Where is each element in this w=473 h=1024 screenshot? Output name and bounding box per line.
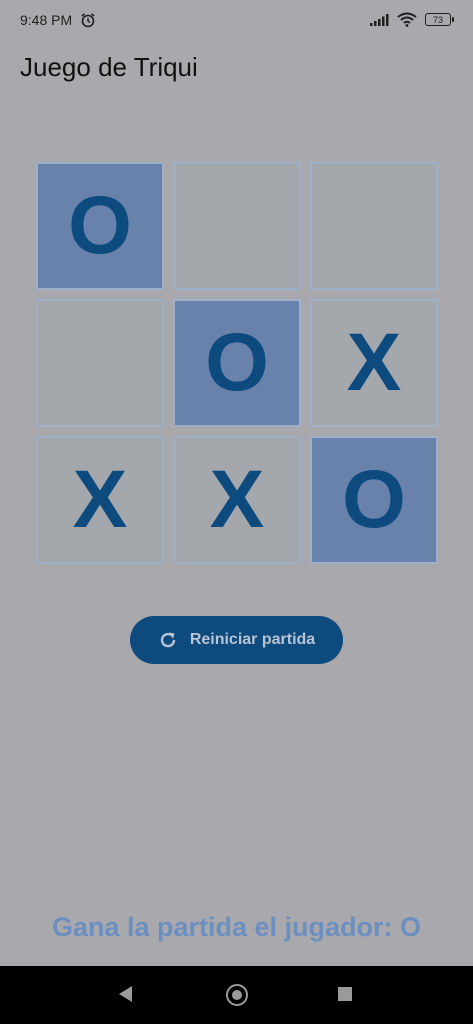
tic-tac-toe-board: O O X X X O xyxy=(36,162,438,564)
alarm-icon xyxy=(81,13,95,28)
board-cell[interactable]: X xyxy=(310,299,438,427)
home-icon[interactable] xyxy=(226,984,248,1006)
board-cell[interactable] xyxy=(36,299,164,427)
refresh-icon xyxy=(160,632,176,648)
status-time: 9:48 PM xyxy=(20,12,73,28)
recent-apps-icon[interactable] xyxy=(338,987,352,1001)
board-cell[interactable]: O xyxy=(310,436,438,564)
app-title: Juego de Triqui xyxy=(20,52,198,82)
board-cell[interactable]: O xyxy=(36,162,164,290)
reset-button-label: Reiniciar partida xyxy=(189,631,316,648)
wifi-icon xyxy=(397,12,417,27)
status-bar: 9:48 PM 73 xyxy=(0,0,473,40)
board-cell[interactable] xyxy=(173,162,301,290)
board-cell[interactable] xyxy=(310,162,438,290)
board-cell[interactable]: X xyxy=(36,436,164,564)
back-icon[interactable] xyxy=(119,986,132,1002)
board-cell[interactable]: X xyxy=(173,436,301,564)
battery-icon: 73 xyxy=(425,13,454,26)
battery-level: 73 xyxy=(432,15,443,25)
board-cell[interactable]: O xyxy=(173,299,301,427)
winner-message: Gana la partida el jugador: O xyxy=(51,912,422,942)
navigation-bar xyxy=(0,966,473,1024)
status-icons: 73 xyxy=(369,12,454,27)
signal-icon xyxy=(370,13,389,26)
reset-game-button[interactable]: Reiniciar partida xyxy=(130,616,343,664)
